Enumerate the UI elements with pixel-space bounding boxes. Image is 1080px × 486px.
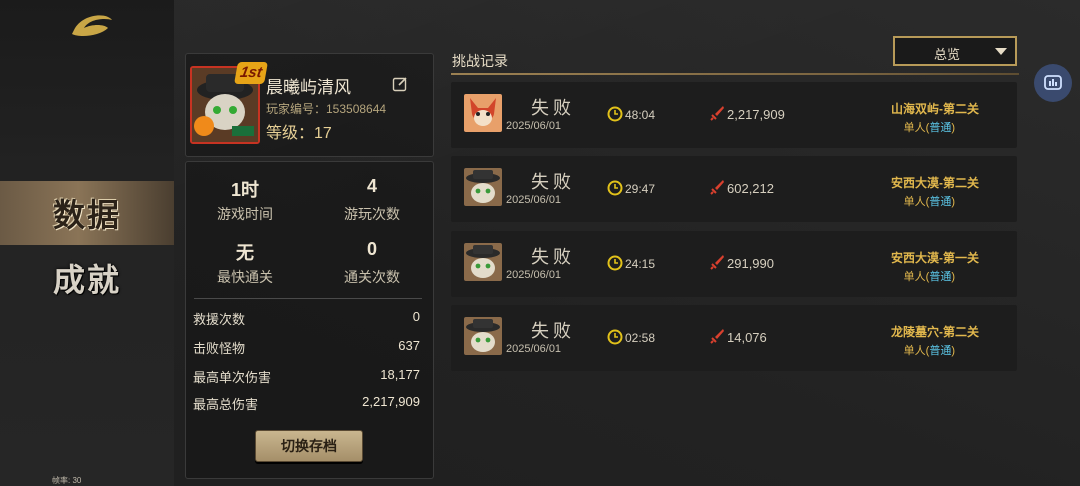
record-time: 24:15 xyxy=(625,257,656,271)
clear-count-label: 通关次数 xyxy=(344,269,400,285)
max-single-damage-value: 18,177 xyxy=(380,367,420,382)
clock-icon xyxy=(607,329,623,345)
record-time: 02:58 xyxy=(625,331,656,345)
cat-hat-avatar-icon xyxy=(464,317,502,355)
record-date: 2025/06/01 xyxy=(506,194,562,206)
record-mode: 单人(普通) xyxy=(903,196,955,208)
sidebar-item-data[interactable]: 数据 xyxy=(0,181,174,245)
sword-damage-icon xyxy=(710,180,724,195)
record-stage: 山海双屿-第二关 xyxy=(891,102,979,116)
floating-assistant-button[interactable] xyxy=(1034,64,1072,102)
record-result: 失败 xyxy=(531,247,575,268)
max-total-damage-value: 2,217,909 xyxy=(362,394,420,409)
play-count-value: 4 xyxy=(366,176,377,196)
record-damage: 14,076 xyxy=(727,330,767,345)
record-difficulty: 普通 xyxy=(929,122,952,134)
record-damage: 291,990 xyxy=(727,256,774,271)
clock-icon xyxy=(607,106,623,122)
record-difficulty: 普通 xyxy=(929,271,952,283)
record-damage: 602,212 xyxy=(727,181,774,196)
record-mode: 单人(普通) xyxy=(903,122,955,134)
record-date: 2025/06/01 xyxy=(506,120,562,132)
cat-hat-avatar-icon xyxy=(464,168,502,206)
record-date: 2025/06/01 xyxy=(506,269,562,281)
record-date: 2025/06/01 xyxy=(506,343,562,355)
sword-damage-icon xyxy=(710,106,724,121)
player-level: 等级：17 xyxy=(266,125,332,142)
edit-icon[interactable] xyxy=(392,76,408,92)
record-row[interactable]: 失败 2025/06/01 24:15 291,990 安西大漠-第一关 单人(… xyxy=(451,231,1017,297)
max-single-damage-label: 最高单次伤害 xyxy=(193,370,272,385)
sidebar-item-label: 成就 xyxy=(52,261,121,299)
switch-save-button[interactable]: 切换存档 xyxy=(255,430,363,462)
rescue-count-label: 救援次数 xyxy=(193,312,246,327)
play-time-label: 游戏时间 xyxy=(217,206,273,222)
fastest-clear-label: 最快通关 xyxy=(217,269,273,285)
record-result: 失败 xyxy=(531,98,575,119)
record-stage: 安西大漠-第二关 xyxy=(891,176,979,190)
record-time: 29:47 xyxy=(625,182,656,196)
stats-divider xyxy=(194,298,422,299)
rank-badge: 1st xyxy=(234,62,268,84)
play-time-value: 1时 xyxy=(230,180,259,200)
record-result: 失败 xyxy=(531,321,575,342)
record-difficulty: 普通 xyxy=(929,196,952,208)
record-row[interactable]: 失败 2025/06/01 29:47 602,212 安西大漠-第二关 单人(… xyxy=(451,156,1017,222)
clock-icon xyxy=(607,180,623,196)
max-total-damage-label: 最高总伤害 xyxy=(193,397,259,412)
sword-damage-icon xyxy=(710,329,724,344)
record-difficulty: 普通 xyxy=(929,345,952,357)
chart-bubble-icon xyxy=(1044,75,1062,90)
sword-damage-icon xyxy=(710,255,724,270)
records-title: 挑战记录 xyxy=(452,53,508,69)
monsters-defeated-value: 637 xyxy=(398,338,420,353)
record-mode: 单人(普通) xyxy=(903,271,955,283)
records-filter-dropdown[interactable]: 总览 xyxy=(893,36,1017,66)
caret-down-icon xyxy=(995,48,1007,55)
player-name: 晨曦屿清风 xyxy=(266,78,351,97)
records-header-divider xyxy=(451,73,1019,75)
record-damage: 2,217,909 xyxy=(727,107,785,122)
sidebar-item-achievements[interactable]: 成就 xyxy=(0,246,174,310)
clock-icon xyxy=(607,255,623,271)
play-count-label: 游玩次数 xyxy=(344,206,400,222)
filter-selected-label: 总览 xyxy=(933,47,960,62)
clear-count-value: 0 xyxy=(366,239,377,259)
game-logo-icon xyxy=(72,15,112,36)
record-mode: 单人(普通) xyxy=(903,345,955,357)
record-row[interactable]: 失败 2025/06/01 48:04 2,217,909 山海双屿-第二关 单… xyxy=(451,82,1017,148)
record-row[interactable]: 失败 2025/06/01 02:58 14,076 龙陵墓穴-第二关 单人(普… xyxy=(451,305,1017,371)
record-stage: 龙陵墓穴-第二关 xyxy=(891,325,979,339)
cat-hat-avatar-icon xyxy=(464,243,502,281)
record-stage: 安西大漠-第一关 xyxy=(891,251,979,265)
sidebar-item-label: 数据 xyxy=(52,196,121,234)
record-result: 失败 xyxy=(531,172,575,193)
fox-avatar-icon xyxy=(464,94,502,132)
rescue-count-value: 0 xyxy=(412,309,420,324)
player-id: 玩家编号：153508644 xyxy=(266,102,387,116)
fps-readout: 帧率: 30 xyxy=(52,476,82,485)
record-time: 48:04 xyxy=(625,108,656,122)
monsters-defeated-label: 击败怪物 xyxy=(193,341,246,356)
fastest-clear-value: 无 xyxy=(236,243,254,263)
